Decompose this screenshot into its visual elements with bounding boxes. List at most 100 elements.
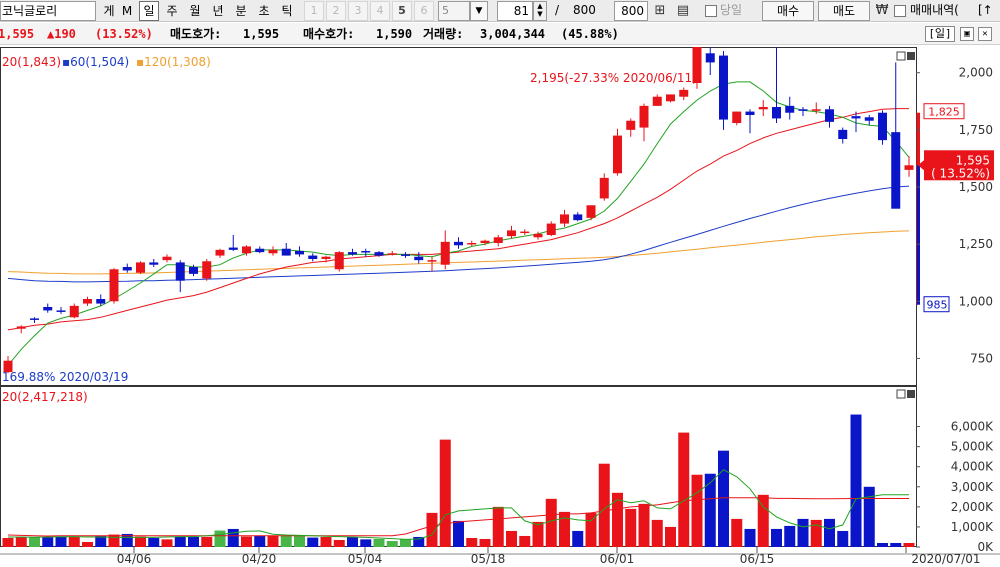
interval-button-3[interactable]: 3: [348, 1, 368, 21]
volume-bar: [280, 535, 292, 547]
candle-body: [758, 107, 768, 110]
trade-history-checkbox[interactable]: [894, 5, 906, 17]
period-tab-week[interactable]: 주: [162, 1, 182, 21]
period-tab-month[interactable]: 월: [185, 1, 205, 21]
candle-body: [851, 116, 861, 119]
candle-body: [268, 249, 278, 254]
volume-tick-label: 3,000K: [951, 480, 994, 494]
ma5-line: [7, 81, 910, 366]
period-tab-minute[interactable]: 분: [231, 1, 251, 21]
volume-close-icon: [907, 390, 915, 398]
volume-tick-label: 2,000K: [951, 500, 994, 514]
volume-bar: [890, 542, 902, 547]
price-axis: 750 1,000 1,250 1,500 1,750 2,000 1,825 985 1,59…: [117, 66, 994, 566]
volume-bar: [386, 540, 398, 547]
candle-body: [255, 248, 265, 253]
candle-body: [414, 256, 424, 261]
period-tab-second[interactable]: 초: [254, 1, 274, 21]
volume-legend: 20(2,417,218): [2, 390, 88, 404]
candle-body: [666, 94, 675, 102]
date-label: 04/20: [242, 552, 277, 566]
board-button[interactable]: 게: [99, 1, 119, 21]
volume-bar: [757, 494, 769, 547]
memo-button[interactable]: M: [117, 1, 137, 21]
date-label: 05/18: [471, 552, 506, 566]
volume-bar: [29, 536, 40, 547]
interval-button-1[interactable]: 1: [304, 1, 324, 21]
candle-body: [189, 267, 198, 274]
volume-bar: [466, 537, 478, 547]
candle-body: [520, 231, 530, 234]
volume-bar: [797, 518, 809, 547]
period-badge[interactable]: [일]: [925, 26, 955, 42]
candle-body: [507, 230, 516, 237]
sell-button[interactable]: 매도: [818, 1, 870, 21]
candle-body: [785, 105, 795, 113]
candle-body: [109, 269, 119, 302]
today-checkbox[interactable]: [705, 5, 717, 17]
candle-body: [864, 117, 874, 121]
count-separator: /: [555, 3, 560, 17]
interval-select[interactable]: 5: [438, 1, 470, 21]
candle-body: [838, 129, 848, 139]
volume-tick-label: 5,000K: [951, 440, 994, 454]
price-info-bar: 1,595 ▲190 (13.52%) 매도호가: 1,595 매수호가: 1,…: [0, 23, 1000, 45]
stock-name-field[interactable]: 코닉글로리: [0, 1, 96, 21]
volume-bar: [148, 537, 160, 547]
close-icon[interactable]: ✕: [978, 27, 992, 41]
volume-bar: [135, 536, 146, 547]
volume-bar: [837, 530, 849, 547]
add-window-icon[interactable]: ⊞: [650, 1, 670, 21]
interval-button-5[interactable]: 5: [392, 1, 412, 21]
volume-bar: [2, 537, 14, 547]
price-tick-label: 1,750: [959, 123, 993, 137]
total-count-input[interactable]: 800: [614, 1, 648, 21]
candle-body: [30, 318, 39, 320]
won-icon[interactable]: ₩: [873, 1, 891, 21]
candle-body: [732, 111, 742, 123]
volume-bar: [665, 526, 676, 547]
candle-body: [387, 253, 397, 255]
candle-body: [43, 307, 53, 311]
expand-icon[interactable]: [↑: [978, 1, 1000, 21]
candle-body: [639, 105, 649, 128]
volume-bar: [82, 541, 93, 547]
candle-body: [454, 241, 463, 246]
period-tab-tick[interactable]: 틱: [277, 1, 297, 21]
chevron-down-icon[interactable]: ▼: [470, 1, 488, 21]
interval-button-2[interactable]: 2: [326, 1, 346, 21]
candle-body: [136, 262, 145, 273]
current-range-down: [917, 165, 920, 305]
buy-button[interactable]: 매수: [762, 1, 814, 21]
period-tab-day[interactable]: 일: [139, 1, 159, 21]
candle-body: [281, 248, 291, 256]
volume-bar: [691, 474, 703, 547]
display-count-input[interactable]: 81: [497, 1, 533, 21]
chart-labels: 20(1,843) ▪60(1,504) ▪120(1,308) 2,195(-…: [2, 55, 697, 404]
moving-average-lines: [7, 81, 910, 366]
candle-body: [878, 112, 887, 141]
restore-window-icon[interactable]: ▣: [960, 27, 974, 41]
volume-bar: [784, 525, 796, 547]
volume-bar: [506, 530, 517, 547]
period-tab-year[interactable]: 년: [208, 1, 228, 21]
date-label: 06/01: [600, 552, 635, 566]
candle-body: [798, 109, 808, 111]
interval-button-6[interactable]: 6: [414, 1, 434, 21]
count-spinner-icon[interactable]: ▲ ▼: [533, 1, 547, 21]
volume-bar: [347, 536, 358, 547]
volume-bar: [559, 511, 570, 547]
volume-bar: [294, 535, 305, 547]
current-pct-label: ( 13.52%): [931, 166, 990, 180]
today-label: 당일: [720, 3, 743, 17]
volume-bar: [598, 463, 610, 547]
bottom-price-marker-label: 985: [927, 299, 948, 312]
interval-button-4[interactable]: 4: [370, 1, 390, 21]
volume-bar: [572, 530, 584, 547]
volume-bar: [174, 536, 186, 547]
volume-bar: [68, 536, 80, 547]
volume-pct: (45.88%): [561, 27, 619, 41]
price-tick-label: 2,000: [959, 66, 993, 80]
calendar-icon[interactable]: ▤: [673, 1, 693, 21]
volume-bar: [188, 536, 199, 547]
